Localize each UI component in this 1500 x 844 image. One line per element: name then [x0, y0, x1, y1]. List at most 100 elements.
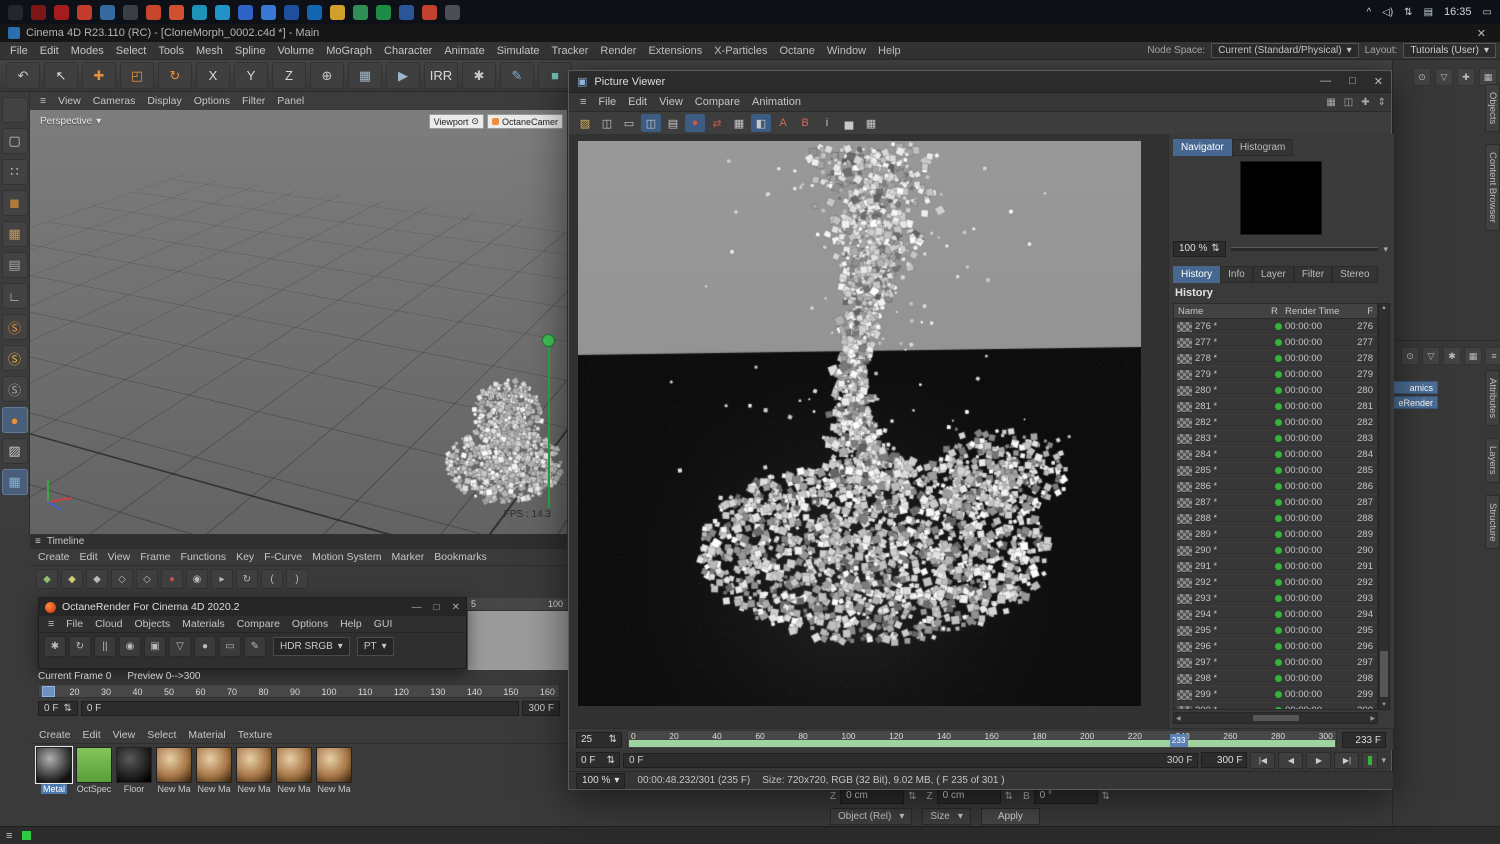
material-thumbnail[interactable] — [76, 747, 112, 783]
viewport-menu-item[interactable]: Display — [141, 95, 187, 107]
history-row[interactable]: 290 * 00:00:00 290 — [1174, 543, 1377, 559]
blank-tile[interactable] — [1, 97, 28, 123]
menu-item[interactable]: X-Particles — [708, 45, 773, 57]
history-row[interactable]: 300 * 00:00:00 300 — [1174, 703, 1377, 709]
stepper-icon[interactable]: ⇅ — [63, 702, 71, 715]
material-item[interactable]: New Ma — [195, 747, 233, 794]
app-icon-4[interactable] — [77, 4, 92, 20]
history-row[interactable]: 285 * 00:00:00 285 — [1174, 463, 1377, 479]
coordinate-value-field[interactable]: 0 cm — [936, 788, 1001, 804]
navigator-preview[interactable] — [1240, 161, 1322, 235]
camera-label[interactable]: Perspective ▾ — [40, 116, 101, 127]
app-icon-11[interactable] — [238, 4, 253, 20]
side-tab[interactable]: Layer — [1252, 266, 1294, 283]
hamburger-icon[interactable]: ≡ — [35, 536, 41, 547]
menu-item[interactable]: Tools — [152, 45, 190, 57]
menu-item[interactable]: Spline — [229, 45, 272, 57]
app-icon-13[interactable] — [284, 4, 299, 20]
size-mode-dropdown[interactable]: Size ▾ — [922, 808, 971, 825]
material-item[interactable]: New Ma — [155, 747, 193, 794]
octane-menu-item[interactable]: GUI — [368, 618, 399, 630]
play-icon[interactable]: ▸ — [211, 569, 233, 589]
timeline-menu-item[interactable]: Edit — [75, 551, 103, 563]
close-button[interactable]: ✕ — [1374, 75, 1383, 88]
column-frame[interactable]: F — [1347, 306, 1377, 317]
material-menu-item[interactable]: Create — [33, 729, 77, 741]
pv-frame-ruler[interactable]: 0204060801001201401601802002202402602803… — [627, 730, 1337, 749]
hamburger-icon[interactable]: ≡ — [34, 95, 52, 107]
sketch-sphere2-icon[interactable]: Ⓢ — [1, 345, 28, 371]
add-icon[interactable]: ✚ — [1457, 68, 1475, 86]
zoom-slider[interactable] — [1230, 247, 1379, 251]
history-row[interactable]: 297 * 00:00:00 297 — [1174, 655, 1377, 671]
pick-material-icon[interactable]: ✎ — [244, 636, 266, 657]
spline-pen-icon[interactable]: ✎ — [500, 62, 534, 89]
menu-item[interactable]: Octane — [773, 45, 820, 57]
material-thumbnail[interactable] — [116, 747, 152, 783]
settings-icon[interactable]: ✱ — [1443, 347, 1461, 365]
history-row[interactable]: 283 * 00:00:00 283 — [1174, 431, 1377, 447]
viewport-menu-item[interactable]: Panel — [271, 95, 310, 107]
timeline-menu-item[interactable]: Marker — [387, 551, 430, 563]
dock-tab[interactable]: Content Browser — [1485, 144, 1500, 231]
history-row[interactable]: 286 * 00:00:00 286 — [1174, 479, 1377, 495]
stepper-icon[interactable]: ⇅ — [1102, 791, 1110, 802]
app-icon-9[interactable] — [192, 4, 207, 20]
app-icon-18[interactable] — [399, 4, 414, 20]
column-render-time[interactable]: Render Time — [1285, 306, 1347, 317]
history-row[interactable]: 298 * 00:00:00 298 — [1174, 671, 1377, 687]
stepper-icon[interactable]: ⇅ — [609, 734, 617, 745]
side-tab[interactable]: History — [1173, 266, 1221, 283]
menu-item[interactable]: Select — [110, 45, 153, 57]
maximize-button[interactable]: □ — [434, 602, 440, 613]
history-row[interactable]: 281 * 00:00:00 281 — [1174, 399, 1377, 415]
key-position-icon[interactable]: ◆ — [86, 569, 108, 589]
material-menu-item[interactable]: Edit — [77, 729, 107, 741]
menu-item[interactable]: Volume — [271, 45, 320, 57]
live-selection-icon[interactable]: ↖ — [44, 62, 78, 89]
keyframe-yellow-icon[interactable]: ◆ — [61, 569, 83, 589]
menu-item[interactable]: MoGraph — [320, 45, 378, 57]
material-item[interactable]: Floor — [115, 747, 153, 794]
save-icon[interactable]: ◫ — [597, 114, 617, 132]
scale-icon[interactable]: ◰ — [120, 62, 154, 89]
autokey-icon[interactable]: ◉ — [186, 569, 208, 589]
maximize-button[interactable]: □ — [1349, 75, 1356, 88]
navigator-icon[interactable]: ▦ — [861, 114, 881, 132]
render-region-icon[interactable]: ▭ — [219, 636, 241, 657]
filter-icon[interactable]: ▽ — [1435, 68, 1453, 86]
channel-b-icon[interactable]: B — [795, 114, 815, 132]
kernel-dropdown[interactable]: PT ▾ — [356, 637, 394, 656]
menu-icon[interactable]: ≡ — [1485, 347, 1500, 365]
hamburger-icon[interactable]: ≡ — [6, 830, 12, 842]
ruler-icon[interactable]: ∟ — [1, 283, 28, 309]
open-icon[interactable]: ▨ — [575, 114, 595, 132]
layout-icon[interactable]: ◫ — [1344, 97, 1353, 108]
pin-icon[interactable]: ✚ — [1361, 97, 1369, 108]
material-item[interactable]: Metal — [35, 746, 73, 794]
menu-item[interactable]: Character — [378, 45, 438, 57]
material-menu-item[interactable]: Material — [182, 729, 231, 741]
channel-a-icon[interactable]: A — [773, 114, 793, 132]
current-frame-field[interactable]: 233 F — [1342, 731, 1386, 748]
cube-icon[interactable]: ◼ — [1, 190, 28, 216]
octane-menu-item[interactable]: Options — [286, 618, 334, 630]
history-row[interactable]: 296 * 00:00:00 296 — [1174, 639, 1377, 655]
app-icon-8[interactable] — [169, 4, 184, 20]
chevron-down-icon[interactable]: ▾ — [1383, 244, 1388, 255]
render-buffer-indicator[interactable] — [1362, 751, 1379, 769]
app-icon-14[interactable] — [307, 4, 322, 20]
key-rotation-icon[interactable]: ◇ — [136, 569, 158, 589]
dock-tab[interactable]: Attributes — [1485, 370, 1500, 427]
animation-ruler[interactable]: 02030405060708090100110120130140150160 — [38, 684, 560, 698]
history-row[interactable]: 279 * 00:00:00 279 — [1174, 367, 1377, 383]
menu-item[interactable]: Edit — [34, 45, 65, 57]
start-frame-field[interactable]: 0 F ⇅ — [576, 752, 620, 768]
timeline-menu-item[interactable]: Key — [231, 551, 259, 563]
timeline-menu-item[interactable]: Motion System — [307, 551, 386, 563]
network-icon[interactable]: ⇅ — [1404, 7, 1412, 18]
app-icon-1[interactable] — [8, 4, 23, 20]
side-tab[interactable]: Filter — [1293, 266, 1333, 283]
dock-tab[interactable]: Structure — [1485, 494, 1500, 550]
history-row[interactable]: 291 * 00:00:00 291 — [1174, 559, 1377, 575]
